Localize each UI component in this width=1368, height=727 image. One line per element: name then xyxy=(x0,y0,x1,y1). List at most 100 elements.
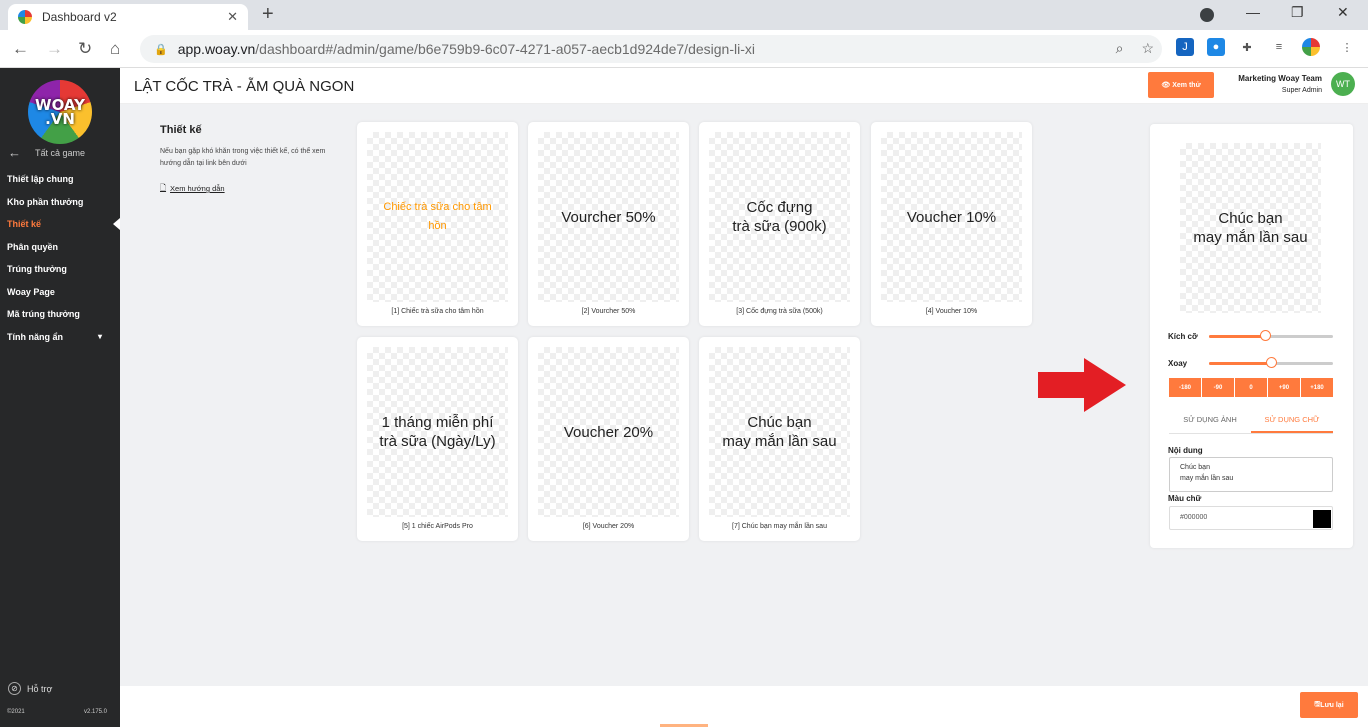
size-slider[interactable] xyxy=(1209,330,1333,341)
sidebar-item-hidden-features[interactable]: Tính năng ẩn ▾ xyxy=(0,326,120,349)
prize-card-3[interactable]: Cốc đựng trà sữa (900k) [3] Cốc đựng trà… xyxy=(699,122,860,326)
browser-tab[interactable]: Dashboard v2 ✕ xyxy=(8,4,248,30)
browser-menu-icon[interactable]: ⋮ xyxy=(1338,38,1356,56)
content-label: Nội dung xyxy=(1168,446,1203,455)
sidebar-item-woay-page[interactable]: Woay Page xyxy=(0,281,120,304)
extension-j-icon[interactable]: J xyxy=(1176,38,1194,56)
text-color-value: #000000 xyxy=(1180,514,1208,521)
card-caption: [7] Chúc bạn may mắn lần sau xyxy=(732,523,827,530)
card-text: Chiếc trà sữa cho tâm hồn xyxy=(383,201,492,232)
size-label: Kích cỡ xyxy=(1168,332,1198,341)
forward-icon[interactable]: → xyxy=(46,39,63,59)
rotate-slider-handle[interactable] xyxy=(1266,357,1277,368)
card-caption: [2] Vourcher 50% xyxy=(581,308,636,315)
extensions-puzzle-icon[interactable]: ✚ xyxy=(1238,38,1256,56)
help-link[interactable]: ⊘ Hỗ trợ xyxy=(8,682,52,695)
sidebar-item-winners[interactable]: Trúng thưởng xyxy=(0,258,120,281)
card-image[interactable]: Voucher 20% xyxy=(538,347,679,517)
card-caption: [1] Chiếc trà sữa cho tâm hồn xyxy=(391,308,484,315)
rotate-buttons: -180 -90 0 +90 +180 xyxy=(1169,378,1333,397)
card-image[interactable]: Voucher 10% xyxy=(881,132,1022,302)
prize-card-7[interactable]: Chúc bạn may mắn lần sau [7] Chúc bạn ma… xyxy=(699,337,860,541)
color-swatch[interactable] xyxy=(1313,510,1331,528)
card-text: Voucher 10% xyxy=(906,208,997,226)
tab-use-text[interactable]: SỬ DỤNG CHỮ xyxy=(1251,410,1333,433)
content-textarea[interactable]: Chúc bạn may mắn lần sau xyxy=(1169,457,1333,492)
url-path: /dashboard#/admin/game/b6e759b9-6c07-427… xyxy=(255,41,755,57)
rotate-minus-180-button[interactable]: -180 xyxy=(1169,378,1201,397)
rotate-slider[interactable] xyxy=(1209,357,1333,368)
card-image[interactable]: Vourcher 50% xyxy=(538,132,679,302)
prize-card-4[interactable]: Voucher 10% [4] Voucher 10% xyxy=(871,122,1032,326)
lock-icon[interactable]: 🔒 xyxy=(154,43,168,56)
profile-avatar-icon[interactable] xyxy=(1302,38,1320,56)
preview-label: Xem thử xyxy=(1172,81,1201,89)
rotate-0-button[interactable]: 0 xyxy=(1235,378,1267,397)
user-info[interactable]: Marketing Woay Team Super Admin xyxy=(1238,73,1322,97)
home-icon[interactable]: ⌂ xyxy=(110,39,120,59)
card-image[interactable]: Cốc đựng trà sữa (900k) xyxy=(709,132,850,302)
card-image[interactable]: 1 tháng miễn phí trà sữa (Ngày/Ly) xyxy=(367,347,508,517)
rotate-minus-90-button[interactable]: -90 xyxy=(1202,378,1234,397)
chevron-down-icon: ▾ xyxy=(97,332,102,342)
all-games-link[interactable]: ← Tất cả game xyxy=(8,145,85,160)
card-caption: [6] Voucher 20% xyxy=(582,523,635,530)
card-image[interactable]: Chúc bạn may mắn lần sau xyxy=(709,347,850,517)
rotate-plus-90-button[interactable]: +90 xyxy=(1268,378,1300,397)
copyright: ©2021 xyxy=(7,709,25,715)
profile-menu-icon[interactable] xyxy=(1200,8,1214,22)
guide-link[interactable]: 🗋 Xem hướng dẫn xyxy=(160,182,340,195)
card-text: Vourcher 50% xyxy=(561,208,656,226)
text-color-input[interactable]: #000000 xyxy=(1169,506,1333,530)
card-image[interactable]: Chiếc trà sữa cho tâm hồn xyxy=(367,132,508,302)
text-color-label: Màu chữ xyxy=(1168,494,1202,503)
preview-text: Chúc bạn may mắn lần sau xyxy=(1193,210,1308,246)
eye-icon: 👁 xyxy=(1161,82,1171,89)
selected-card-preview: Chúc bạn may mắn lần sau xyxy=(1180,143,1321,313)
bottom-action-bar: 🖫 Lưu lại xyxy=(120,686,1368,727)
sidebar-menu: Thiết lập chung Kho phần thưởng Thiết kế… xyxy=(0,168,120,348)
bookmark-star-icon[interactable]: ☆ xyxy=(1141,40,1154,57)
preview-button[interactable]: 👁 Xem thử xyxy=(1148,72,1214,98)
back-icon[interactable]: ← xyxy=(12,39,29,59)
rotate-slider-fill xyxy=(1209,362,1271,365)
save-label: Lưu lại xyxy=(1320,701,1344,709)
new-tab-icon[interactable]: + xyxy=(262,3,274,26)
address-bar[interactable]: 🔒 app.woay.vn/dashboard#/admin/game/b6e7… xyxy=(140,35,1162,63)
document-icon: 🗋 xyxy=(160,183,167,192)
minimize-icon[interactable]: — xyxy=(1246,4,1260,20)
prize-card-6[interactable]: Voucher 20% [6] Voucher 20% xyxy=(528,337,689,541)
prize-card-2[interactable]: Vourcher 50% [2] Vourcher 50% xyxy=(528,122,689,326)
avatar[interactable]: WT xyxy=(1331,72,1355,96)
save-button[interactable]: 🖫 Lưu lại xyxy=(1300,692,1358,718)
sidebar: WOAY .VN ← Tất cả game Thiết lập chung Kh… xyxy=(0,68,120,727)
card-text: 1 tháng miễn phí trà sữa (Ngày/Ly) xyxy=(379,414,496,450)
sidebar-item-design[interactable]: Thiết kế xyxy=(0,213,120,236)
woay-logo[interactable]: WOAY .VN xyxy=(28,80,92,144)
page-title: LẬT CỐC TRÀ - ẴM QUÀ NGON xyxy=(134,78,355,95)
prize-card-5[interactable]: 1 tháng miễn phí trà sữa (Ngày/Ly) [5] 1… xyxy=(357,337,518,541)
tab-title: Dashboard v2 xyxy=(42,10,117,24)
content-type-tabs: SỬ DỤNG ẢNH SỬ DỤNG CHỮ xyxy=(1169,410,1333,434)
prize-card-1[interactable]: Chiếc trà sữa cho tâm hồn [1] Chiếc trà … xyxy=(357,122,518,326)
close-tab-icon[interactable]: ✕ xyxy=(227,9,238,25)
rotate-plus-180-button[interactable]: +180 xyxy=(1301,378,1333,397)
size-slider-handle[interactable] xyxy=(1259,330,1271,341)
window-close-icon[interactable]: ✕ xyxy=(1337,4,1349,21)
media-control-icon[interactable]: ≡ xyxy=(1270,38,1288,56)
browser-tab-strip: Dashboard v2 ✕ + — ❐ ✕ xyxy=(0,0,1368,30)
annotation-arrow-icon xyxy=(1038,358,1126,412)
sidebar-item-permissions[interactable]: Phân quyền xyxy=(0,236,120,259)
zoom-icon[interactable]: ⌕ xyxy=(1116,40,1124,57)
reload-icon[interactable]: ↻ xyxy=(78,39,92,59)
favicon-icon xyxy=(18,10,32,24)
user-role: Super Admin xyxy=(1281,87,1322,94)
sidebar-item-rewards[interactable]: Kho phần thưởng xyxy=(0,191,120,214)
size-slider-fill xyxy=(1209,335,1265,338)
sidebar-item-general-settings[interactable]: Thiết lập chung xyxy=(0,168,120,191)
restore-icon[interactable]: ❐ xyxy=(1291,4,1304,21)
help-label: Hỗ trợ xyxy=(27,683,53,694)
tab-use-image[interactable]: SỬ DỤNG ẢNH xyxy=(1169,410,1251,433)
extension-drop-icon[interactable]: ● xyxy=(1207,38,1225,56)
sidebar-item-prize-codes[interactable]: Mã trúng thưởng xyxy=(0,303,120,326)
